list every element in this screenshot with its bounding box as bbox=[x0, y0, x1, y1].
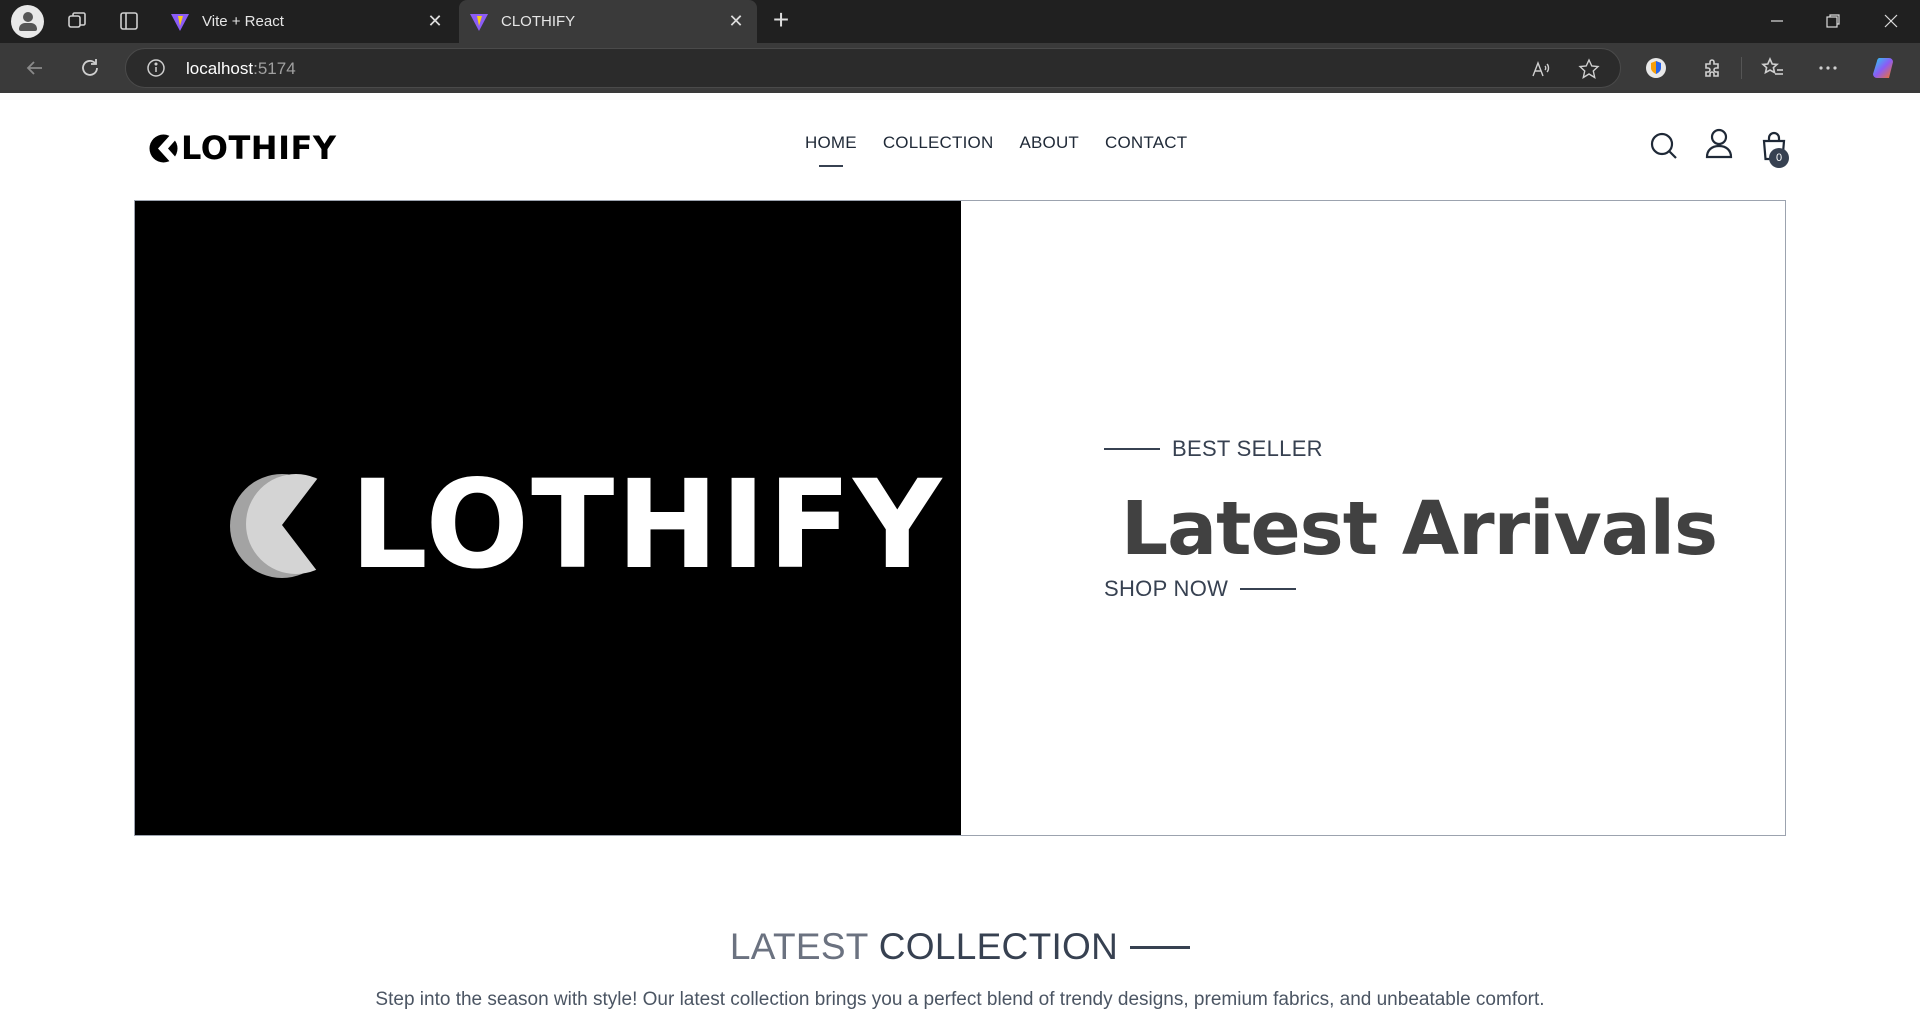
hero-logo: LOTHIFY bbox=[230, 464, 944, 586]
divider-line bbox=[1240, 588, 1297, 590]
extensions-icon[interactable] bbox=[1697, 53, 1727, 83]
more-icon[interactable] bbox=[1813, 53, 1843, 83]
nav-about[interactable]: ABOUT bbox=[1019, 133, 1079, 153]
shield-extension-icon[interactable] bbox=[1641, 53, 1671, 83]
hero-logo-c-icon bbox=[230, 470, 346, 580]
hero-banner: LOTHIFY BEST SELLER Latest Arrivals SHOP… bbox=[134, 200, 1786, 836]
hero-eyebrow: BEST SELLER bbox=[1104, 436, 1323, 462]
vite-favicon-icon bbox=[470, 13, 488, 31]
shop-now-text[interactable]: SHOP NOW bbox=[1104, 576, 1228, 602]
eyebrow-text: BEST SELLER bbox=[1172, 436, 1323, 461]
divider-line bbox=[1104, 448, 1160, 450]
divider-line bbox=[1130, 945, 1191, 949]
favorite-star-icon[interactable] bbox=[1578, 58, 1600, 80]
nav-home[interactable]: HOME bbox=[805, 133, 857, 167]
close-tab-icon[interactable]: ✕ bbox=[723, 11, 749, 32]
address-bar[interactable]: localhost:5174 bbox=[125, 48, 1621, 88]
logo-c-icon bbox=[149, 132, 179, 164]
url-text: localhost:5174 bbox=[186, 59, 296, 79]
info-icon[interactable] bbox=[146, 58, 166, 78]
profile-icon[interactable] bbox=[1703, 127, 1735, 159]
latest-collection-description: Step into the season with style! Our lat… bbox=[375, 989, 1545, 1010]
site-logo[interactable]: LOTHIFY bbox=[148, 129, 337, 167]
url-host: localhost bbox=[186, 59, 254, 78]
tab-title: CLOTHIFY bbox=[501, 13, 576, 30]
search-icon[interactable] bbox=[1648, 130, 1680, 162]
title-light: LATEST bbox=[729, 926, 869, 967]
nav-collection[interactable]: COLLECTION bbox=[883, 133, 994, 153]
hero-content: BEST SELLER Latest Arrivals SHOP NOW bbox=[961, 201, 1785, 835]
hero-title: Latest Arrivals bbox=[1121, 486, 1718, 572]
read-aloud-icon[interactable] bbox=[1530, 58, 1552, 80]
toolbar-divider bbox=[1741, 57, 1742, 79]
cart-count-badge: 0 bbox=[1769, 148, 1789, 168]
vite-favicon-icon bbox=[171, 13, 189, 31]
restore-icon[interactable] bbox=[1818, 8, 1848, 34]
copilot-icon[interactable] bbox=[1869, 53, 1899, 83]
close-icon[interactable] bbox=[1876, 8, 1906, 34]
profile-icon[interactable] bbox=[11, 5, 44, 38]
browser-tab-bar: Vite + React ✕ CLOTHIFY ✕ + bbox=[0, 0, 1920, 43]
shop-now-link[interactable]: SHOP NOW bbox=[1104, 576, 1297, 602]
title-bold: COLLECTION bbox=[878, 926, 1119, 967]
tab-vite-react[interactable]: Vite + React ✕ bbox=[160, 0, 456, 43]
new-tab-icon[interactable]: + bbox=[766, 6, 796, 36]
page: LOTHIFY HOME COLLECTION ABOUT CONTACT 0 … bbox=[0, 93, 1920, 1020]
minimize-icon[interactable] bbox=[1762, 8, 1792, 34]
favorites-icon[interactable] bbox=[1758, 53, 1788, 83]
nav-contact[interactable]: CONTACT bbox=[1105, 133, 1187, 153]
site-header: LOTHIFY HOME COLLECTION ABOUT CONTACT 0 bbox=[0, 93, 1920, 200]
back-icon[interactable] bbox=[20, 53, 50, 83]
refresh-icon[interactable] bbox=[75, 53, 105, 83]
url-port: :5174 bbox=[253, 59, 296, 78]
close-tab-icon[interactable]: ✕ bbox=[422, 11, 448, 32]
hero-logo-text: LOTHIFY bbox=[350, 454, 944, 596]
tab-clothify[interactable]: CLOTHIFY ✕ bbox=[459, 0, 757, 43]
main-nav: HOME COLLECTION ABOUT CONTACT bbox=[805, 133, 1187, 167]
hero-image: LOTHIFY bbox=[135, 201, 961, 835]
latest-collection-title: LATEST COLLECTION bbox=[0, 926, 1920, 968]
browser-toolbar: localhost:5174 bbox=[0, 43, 1920, 93]
tab-title: Vite + React bbox=[202, 13, 284, 30]
tab-actions-icon[interactable] bbox=[118, 10, 140, 32]
logo-text: LOTHIFY bbox=[181, 129, 337, 167]
workspaces-icon[interactable] bbox=[66, 10, 88, 32]
